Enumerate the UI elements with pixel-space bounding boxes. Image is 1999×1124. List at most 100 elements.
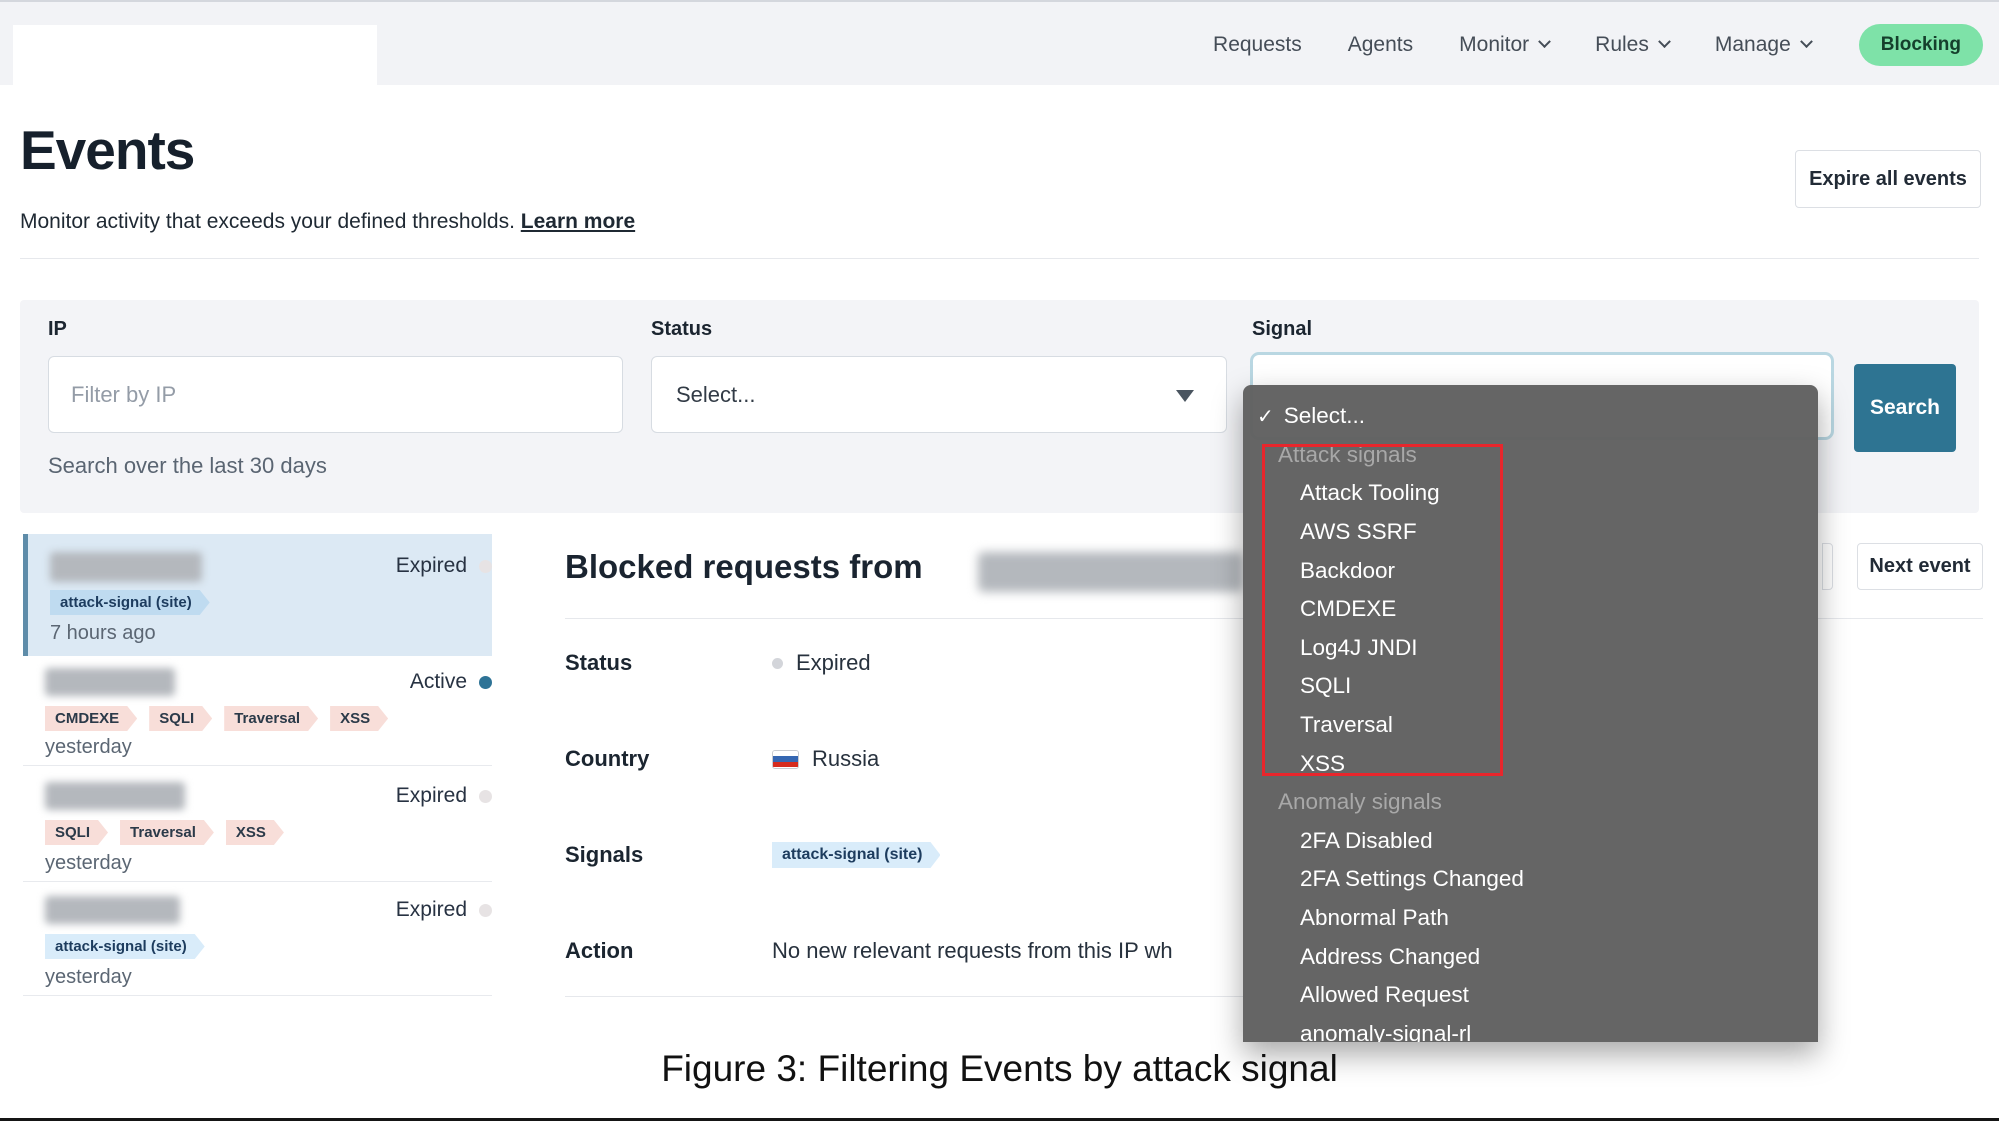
status-select[interactable]: Select...: [651, 356, 1227, 433]
nav-label: Requests: [1213, 33, 1302, 57]
dropdown-option[interactable]: XSS: [1243, 744, 1818, 783]
dropdown-option[interactable]: Allowed Request: [1243, 976, 1818, 1015]
redacted-ip: [45, 668, 175, 696]
dropdown-option[interactable]: Traversal: [1243, 706, 1818, 745]
redacted-ip: [50, 552, 202, 582]
redacted-ip: [978, 552, 1243, 592]
event-status: Active: [410, 670, 467, 694]
dropdown-option[interactable]: 2FA Settings Changed: [1243, 860, 1818, 899]
learn-more-link[interactable]: Learn more: [521, 210, 635, 233]
dropdown-option-label: Select...: [1284, 403, 1365, 429]
dropdown-group-anomaly-signals: Anomaly signals: [1243, 783, 1818, 822]
top-navigation-bar: Requests Agents Monitor Rules Manage Blo…: [0, 0, 1999, 85]
signal-tag: XSS: [226, 820, 284, 845]
status-dot-expired: [772, 658, 783, 669]
detail-title: Blocked requests from: [565, 548, 923, 586]
nav-label: Rules: [1595, 33, 1649, 57]
expire-all-events-button[interactable]: Expire all events: [1795, 150, 1981, 208]
event-time: 7 hours ago: [50, 622, 156, 645]
nav-label: Agents: [1348, 33, 1413, 57]
next-event-button[interactable]: Next event: [1857, 543, 1983, 590]
page-subtitle: Monitor activity that exceeds your defin…: [20, 210, 635, 234]
dropdown-option[interactable]: CMDEXE: [1243, 590, 1818, 629]
event-status: Expired: [396, 784, 467, 808]
status-dot-expired: [479, 904, 492, 917]
detail-status-value: Expired: [772, 650, 871, 676]
dropdown-option[interactable]: AWS SSRF: [1243, 513, 1818, 552]
search-button[interactable]: Search: [1854, 364, 1956, 452]
ip-filter-input[interactable]: [48, 356, 623, 433]
ip-filter-label: IP: [48, 318, 67, 341]
signal-tag: SQLI: [45, 820, 108, 845]
dropdown-option[interactable]: 2FA Disabled: [1243, 822, 1818, 861]
status-dot-expired: [479, 790, 492, 803]
detail-status-text: Expired: [796, 650, 871, 676]
status-filter-label: Status: [651, 318, 712, 341]
dropdown-option[interactable]: Address Changed: [1243, 937, 1818, 976]
event-list-item[interactable]: Expired attack-signal (site) 7 hours ago: [23, 534, 492, 656]
event-status: Expired: [396, 554, 467, 578]
detail-action-label: Action: [565, 938, 633, 964]
dropdown-option[interactable]: Attack Tooling: [1243, 474, 1818, 513]
subtitle-text: Monitor activity that exceeds your defin…: [20, 210, 521, 233]
dropdown-option[interactable]: Log4J JNDI: [1243, 629, 1818, 668]
detail-signals-label: Signals: [565, 842, 643, 868]
event-time: yesterday: [45, 736, 132, 759]
redacted-ip: [45, 896, 180, 924]
dropdown-option[interactable]: Backdoor: [1243, 551, 1818, 590]
page-title: Events: [20, 118, 194, 182]
blocking-mode-badge[interactable]: Blocking: [1859, 24, 1983, 66]
figure-bottom-rule: [0, 1118, 1999, 1121]
event-list: Expired attack-signal (site) 7 hours ago…: [23, 534, 492, 996]
nav-item-monitor[interactable]: Monitor: [1459, 33, 1549, 57]
dropdown-option[interactable]: Abnormal Path: [1243, 899, 1818, 938]
redacted-ip: [45, 782, 185, 810]
signal-filter-label: Signal: [1252, 318, 1312, 341]
header-divider: [20, 258, 1979, 259]
event-list-item[interactable]: Expired attack-signal (site) yesterday: [23, 882, 492, 996]
hidden-button-fragment[interactable]: [1822, 543, 1833, 590]
dropdown-option[interactable]: SQLI: [1243, 667, 1818, 706]
signal-tag: attack-signal (site): [50, 590, 210, 615]
nav-label: Manage: [1715, 33, 1791, 57]
signal-tag: Traversal: [224, 706, 318, 731]
signal-tag: CMDEXE: [45, 706, 137, 731]
nav-item-manage[interactable]: Manage: [1715, 33, 1811, 57]
nav-item-rules[interactable]: Rules: [1595, 33, 1669, 57]
event-list-item[interactable]: Active CMDEXE SQLI Traversal XSS yesterd…: [23, 656, 492, 766]
dropdown-group-attack-signals: Attack signals: [1243, 436, 1818, 475]
chevron-down-icon: [1538, 35, 1551, 48]
status-dot-active: [479, 676, 492, 689]
logo-placeholder: [13, 25, 377, 101]
dropdown-arrow-icon: [1176, 390, 1194, 402]
signal-tag: Traversal: [120, 820, 214, 845]
figure-caption: Figure 3: Filtering Events by attack sig…: [0, 1048, 1999, 1090]
status-select-value: Select...: [676, 382, 755, 408]
nav-label: Monitor: [1459, 33, 1529, 57]
detail-action-text: No new relevant requests from this IP wh: [772, 938, 1244, 964]
dropdown-option-selected[interactable]: ✓Select...: [1243, 397, 1818, 436]
dropdown-option[interactable]: anomaly-signal-rl: [1243, 1015, 1818, 1043]
chevron-down-icon: [1800, 35, 1813, 48]
detail-status-label: Status: [565, 650, 632, 676]
chevron-down-icon: [1658, 35, 1671, 48]
detail-signals-value: attack-signal (site): [772, 842, 940, 868]
signal-dropdown-menu: ✓Select... Attack signals Attack Tooling…: [1243, 385, 1818, 1042]
nav-menu: Requests Agents Monitor Rules Manage Blo…: [1213, 2, 1983, 87]
event-time: yesterday: [45, 966, 132, 989]
signal-tag: attack-signal (site): [772, 842, 940, 868]
nav-item-agents[interactable]: Agents: [1348, 33, 1413, 57]
search-range-hint: Search over the last 30 days: [48, 453, 327, 479]
russia-flag-icon: [772, 750, 799, 769]
status-dot-expired: [479, 560, 492, 573]
signal-tag: attack-signal (site): [45, 934, 205, 959]
detail-action-value: No new relevant requests from this IP wh: [772, 938, 1244, 964]
signal-tag: XSS: [330, 706, 388, 731]
event-status: Expired: [396, 898, 467, 922]
event-time: yesterday: [45, 852, 132, 875]
nav-item-requests[interactable]: Requests: [1213, 33, 1302, 57]
detail-country-text: Russia: [812, 746, 879, 772]
event-list-item[interactable]: Expired SQLI Traversal XSS yesterday: [23, 766, 492, 882]
page: Requests Agents Monitor Rules Manage Blo…: [0, 0, 1999, 1124]
signal-tag: SQLI: [149, 706, 212, 731]
